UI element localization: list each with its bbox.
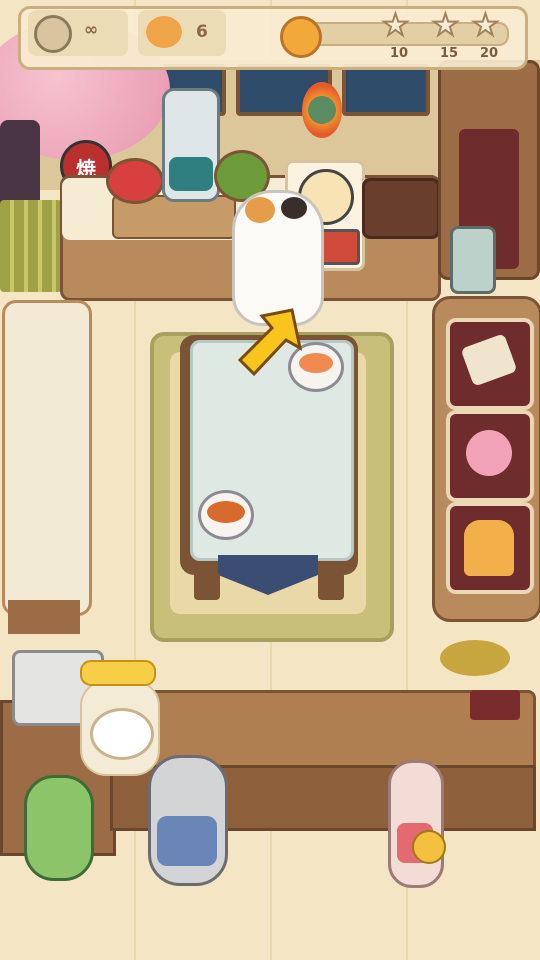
cat-kimono: [157, 816, 217, 866]
clock-icon: [34, 15, 72, 53]
fried-shrimp-order-icon: [90, 708, 154, 760]
paw-coin-icon: [280, 16, 322, 58]
bonsai-tree: [350, 640, 530, 730]
shelf-slot-mochi[interactable]: [446, 410, 534, 502]
sakura-mochi-icon: [466, 430, 512, 476]
patience-smileys: [80, 660, 156, 686]
fryer-timer-flame-icon: [302, 82, 342, 138]
stove-cabinet: [362, 178, 440, 239]
shelf-slot-parfait[interactable]: [446, 502, 534, 594]
shrimp-icon: [299, 353, 333, 373]
frog-customer[interactable]: [24, 775, 94, 881]
strawberry-bowl[interactable]: [106, 158, 164, 204]
parfait-icon: [464, 520, 514, 576]
shelf-slot-dango[interactable]: [446, 318, 534, 410]
bamboo-fence: [0, 200, 62, 292]
sauce-icon: [207, 501, 245, 523]
timer-panel: ∞: [28, 10, 128, 56]
customer-order-bubble[interactable]: [80, 680, 160, 776]
shiba-dog-icon: [146, 16, 182, 48]
left-bench-base: [8, 600, 80, 634]
sauce-bowl[interactable]: [198, 490, 254, 540]
left-bench: [2, 300, 92, 616]
star-threshold-label: 10: [390, 46, 409, 61]
pointer-arrow-icon: [237, 308, 302, 377]
dango-icon: [460, 333, 518, 387]
cat-orange-patch: [245, 197, 275, 223]
gray-cat-customer[interactable]: [148, 755, 228, 886]
bunny-customer[interactable]: [388, 760, 444, 888]
star-threshold-label: 15: [440, 46, 459, 61]
recycle-bin-icon[interactable]: [450, 226, 496, 294]
customers-value: 6: [196, 22, 208, 42]
timer-value: ∞: [84, 20, 99, 40]
star-icon: ★: [431, 7, 460, 44]
bonsai-leaves: [440, 640, 510, 676]
star-icon: ★: [381, 7, 410, 44]
blender[interactable]: [162, 88, 220, 202]
table-leg-left: [194, 572, 220, 600]
wave-curtain-right: [342, 64, 430, 116]
bonsai-pot: [470, 690, 520, 720]
blender-base: [169, 157, 213, 191]
cat-black-patch: [281, 197, 307, 219]
customers-panel: 6: [138, 10, 226, 56]
table-leg-right: [318, 572, 344, 600]
star-icon: ★: [471, 7, 500, 44]
star-threshold-label: 20: [480, 46, 499, 61]
bunny-basket: [412, 830, 446, 864]
